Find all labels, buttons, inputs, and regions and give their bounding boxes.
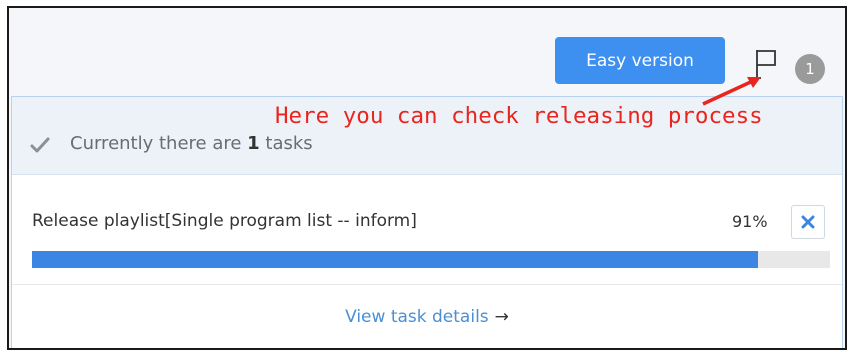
task-panel: Currently there are 1 tasks Release play…	[11, 96, 843, 348]
task-count: 1	[247, 133, 260, 154]
view-task-details-link[interactable]: View task details →	[12, 307, 842, 327]
task-row: Release playlist[Single program list -- …	[12, 175, 842, 285]
task-percent: 91%	[732, 212, 768, 231]
task-window: Easy version 1 Currently there are 1 tas…	[7, 6, 847, 350]
arrow-right-icon: →	[494, 307, 509, 327]
check-icon	[30, 137, 50, 153]
task-count-text: Currently there are 1 tasks	[70, 133, 313, 154]
task-name: Release playlist[Single program list -- …	[32, 211, 417, 231]
close-icon	[801, 215, 815, 229]
notification-count-badge[interactable]: 1	[795, 54, 825, 84]
progress-bar	[32, 251, 830, 268]
annotation-text: Here you can check releasing process	[275, 103, 763, 129]
annotation-arrow	[702, 77, 761, 106]
cancel-task-button[interactable]	[791, 205, 825, 239]
progress-bar-fill	[32, 251, 759, 268]
